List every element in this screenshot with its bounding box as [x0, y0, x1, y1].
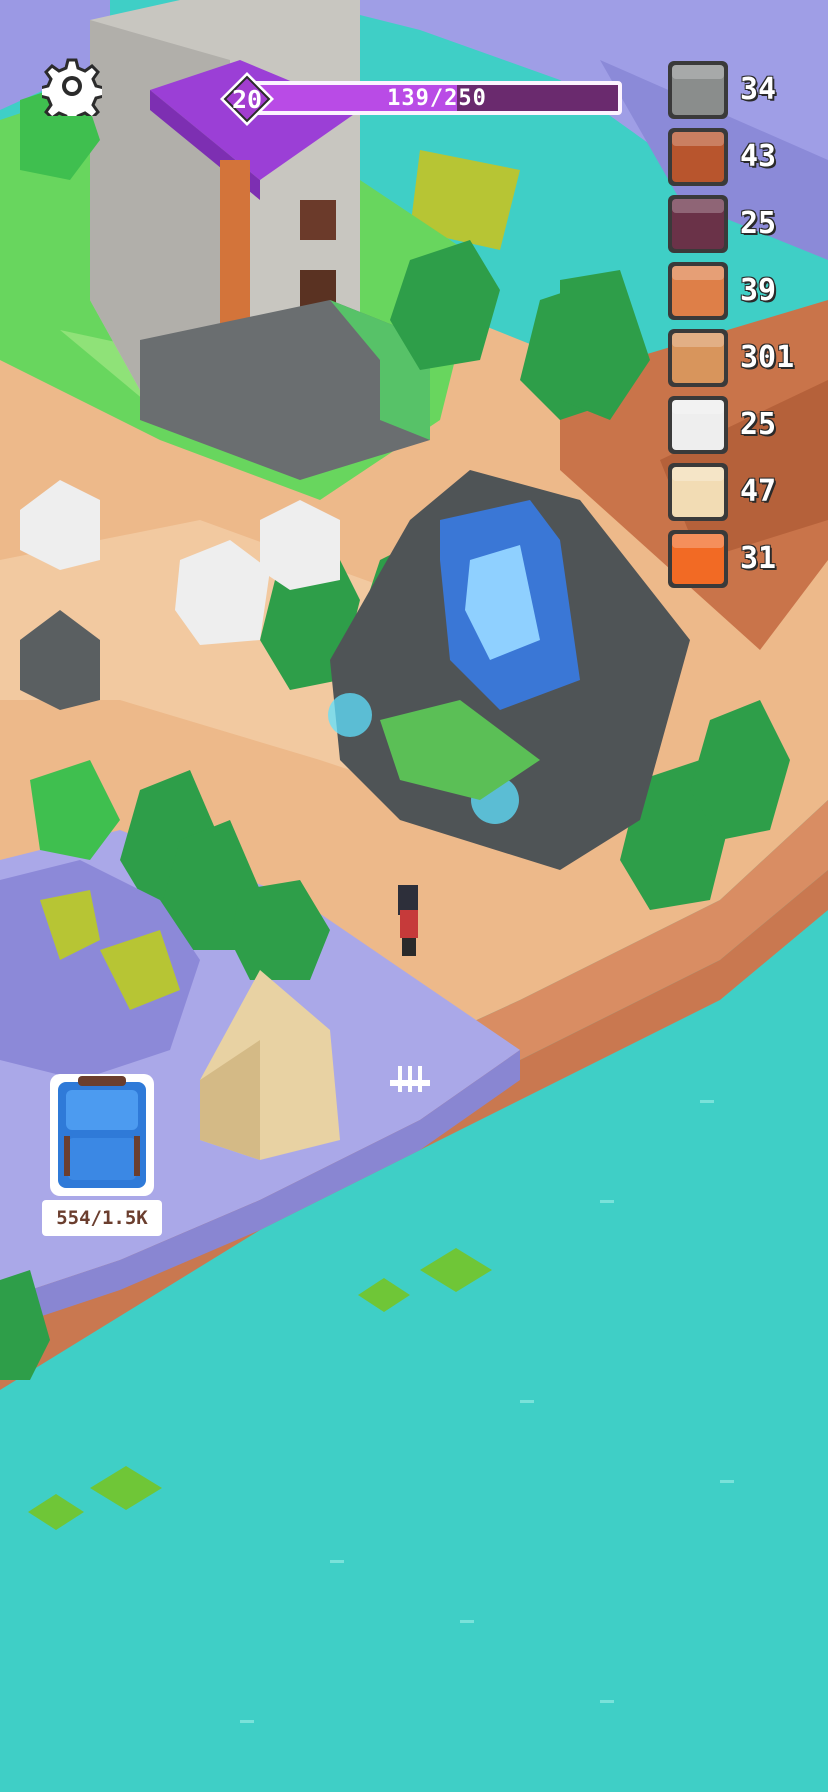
- resource-count: 25: [740, 206, 777, 241]
- resource-row: 301: [666, 324, 826, 391]
- backpack-capacity: 554/1.5K: [42, 1200, 162, 1236]
- sandstone-icon: [668, 462, 728, 521]
- resource-row: 47: [666, 458, 826, 525]
- resource-count: 25: [740, 407, 777, 442]
- wood-log-icon: [668, 127, 728, 186]
- copper-block-icon: [668, 261, 728, 320]
- resource-row: 34: [666, 56, 826, 123]
- resource-row: 25: [666, 391, 826, 458]
- resource-row: 43: [666, 123, 826, 190]
- resource-row: 31: [666, 525, 826, 592]
- backpack-button[interactable]: 554/1.5K: [42, 1068, 162, 1238]
- stone-icon: [668, 60, 728, 119]
- level-number: 20: [231, 84, 263, 114]
- gear-icon: [42, 58, 102, 116]
- resource-count: 43: [740, 139, 777, 174]
- backpack-icon: [50, 1074, 154, 1196]
- resource-count: 31: [740, 541, 777, 576]
- sand-clay-icon: [668, 328, 728, 387]
- resource-count: 34: [740, 72, 777, 107]
- resource-count: 47: [740, 474, 777, 509]
- dark-block-icon: [668, 194, 728, 253]
- settings-button[interactable]: [38, 52, 106, 120]
- quartz-block-icon: [668, 395, 728, 454]
- resource-count: 39: [740, 273, 777, 308]
- lava-block-icon: [668, 529, 728, 588]
- resource-count: 301: [740, 340, 795, 375]
- resource-list: 34 43 25 39 301 25 47 31: [666, 56, 826, 592]
- xp-text: 139/250: [387, 85, 487, 111]
- resource-row: 25: [666, 190, 826, 257]
- resource-row: 39: [666, 257, 826, 324]
- level-progress-bar: 139/250 20: [218, 68, 632, 126]
